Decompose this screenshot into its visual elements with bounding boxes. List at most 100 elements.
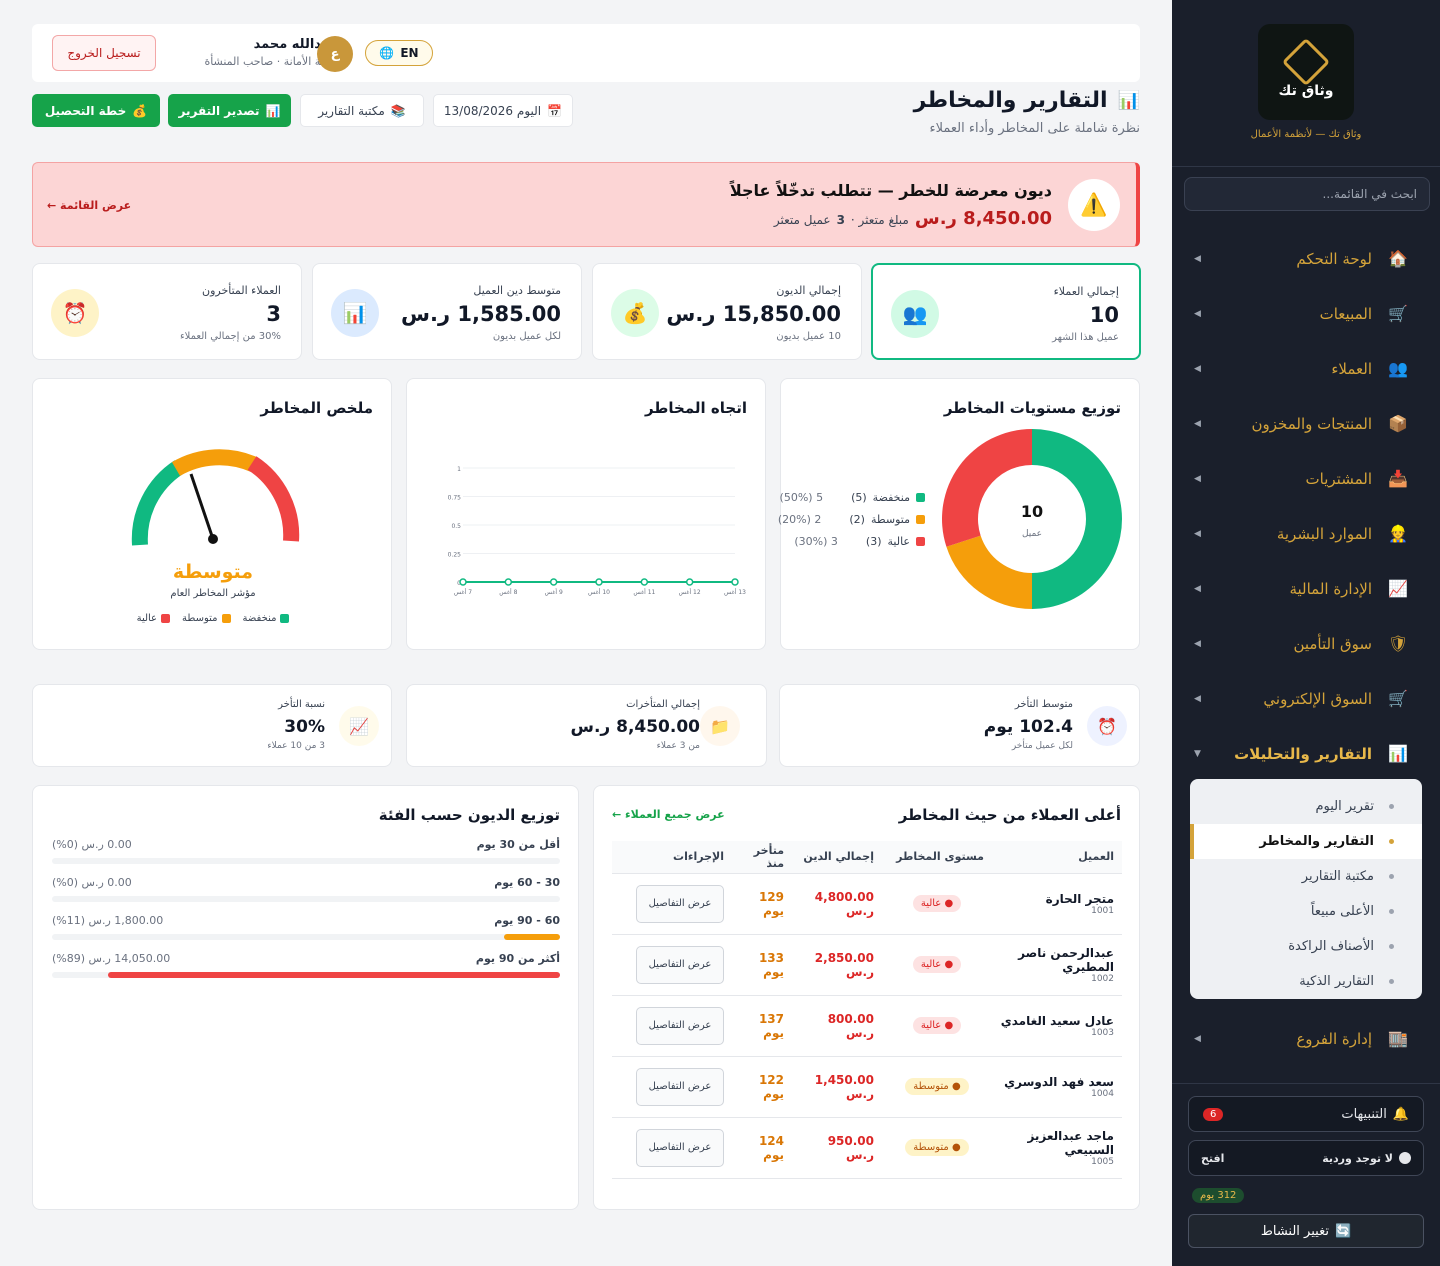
sidebar-divider	[1172, 1083, 1440, 1084]
legend-percent: 2 (20%)	[777, 513, 822, 526]
sidebar-subitem[interactable]: الأصناف الراكدة	[1190, 929, 1422, 964]
kpi-subtext: 10 عميل بديون	[776, 331, 841, 342]
risk-legend-item: عالية (3) 3 (30%)	[794, 535, 925, 548]
table-row[interactable]: عادل سعيد الغامدي 1003 ● عالية 800.00 ر.س 13…	[612, 995, 1122, 1057]
avatar[interactable]: ع	[317, 36, 353, 72]
bullet-icon	[1389, 979, 1394, 984]
trend-point[interactable]	[731, 578, 739, 586]
chevron-left-icon: ◀	[1194, 253, 1201, 264]
legend-label: عالية	[887, 535, 910, 548]
sidebar-item[interactable]: 🏠 لوحة التحكم ◀	[1172, 231, 1440, 286]
debt-bucket-labels: أكثر من 90 يوم 14,050.00 ر.س (89%)	[52, 952, 560, 965]
table-row[interactable]: سعد فهد الدوسري 1004 ● متوسطة 1,450.00 ر.س 1…	[612, 1056, 1122, 1118]
column-header: العميل	[992, 841, 1122, 874]
trend-point[interactable]	[549, 578, 558, 586]
cart-icon: 🛒	[1388, 689, 1408, 708]
change-activity-button[interactable]: 🔄 تغيير النشاط	[1188, 1214, 1424, 1248]
sidebar-subitem-label: مكتبة التقارير	[1301, 869, 1374, 884]
donut-slice[interactable]	[946, 535, 1032, 609]
debt-bucket-bar	[107, 972, 560, 978]
debt-cell: 1,450.00 ر.س	[792, 1056, 882, 1118]
y-tick-label: 1	[457, 466, 461, 473]
sidebar-item[interactable]: 🛡 سوق التأمين ◀	[1172, 616, 1440, 671]
bullet-icon	[1389, 909, 1394, 914]
legend-swatch	[161, 614, 171, 623]
sidebar-subitem[interactable]: تقرير اليوم	[1190, 789, 1422, 824]
sidebar-item[interactable]: 📥 المشتريات ◀	[1172, 451, 1440, 506]
donut-slice[interactable]	[942, 429, 1032, 547]
kpi-card[interactable]: إجمالي الديون 15,850.00 ر.س 10 عميل بديون 💰	[592, 263, 862, 360]
x-tick-label: 13 أغس	[724, 588, 746, 596]
sidebar-item-branches[interactable]: 🏬 إدارة الفروع ◀	[1172, 1011, 1440, 1066]
sidebar-subitem[interactable]: مكتبة التقارير	[1190, 859, 1422, 894]
alert-desc-post: عميل متعثر	[773, 213, 831, 227]
legend-count: (3)	[865, 535, 882, 548]
table-body: متجر الحارة 1001 ● عالية 4,800.00 ر.س 129 يو…	[612, 873, 1122, 1179]
customer-name[interactable]: عادل سعيد الغامدي	[1000, 1014, 1114, 1028]
table-row[interactable]: ماجد عبدالعزيز السبيعي 1005 ● متوسطة 950.00…	[612, 1117, 1122, 1179]
trend-point[interactable]	[459, 578, 467, 586]
sidebar-subitem[interactable]: التقارير والمخاطر	[1190, 824, 1422, 859]
language-toggle[interactable]: EN 🌐	[365, 40, 433, 66]
debt-bucket: أكثر من 90 يوم 14,050.00 ر.س (89%)	[52, 952, 560, 978]
globe-icon: 🌐	[379, 46, 395, 60]
debt-bucket: أقل من 30 يوم 0.00 ر.س (0%)	[52, 838, 560, 864]
sidebar-subitem[interactable]: التقارير الذكية	[1190, 964, 1422, 999]
table-row[interactable]: عبدالرحمن ناصر المطيري 1002 ● عالية 2,850.0…	[612, 934, 1122, 996]
stat-card: متوسط التأخر 102.4 يوم لكل عميل متأخر ⏰	[779, 684, 1140, 767]
view-details-button[interactable]: عرض التفاصيل	[636, 945, 724, 984]
sidebar-item-label: التقارير والتحليلات	[1234, 744, 1372, 763]
trend-point[interactable]	[685, 578, 694, 586]
sidebar-item[interactable]: 📈 الإدارة المالية ◀	[1172, 561, 1440, 616]
logout-button[interactable]: تسجيل الخروج	[52, 35, 156, 71]
sidebar-item[interactable]: 🛒 السوق الإلكتروني ◀	[1172, 671, 1440, 726]
export-report-button[interactable]: 📊 تصدير التقرير	[168, 94, 291, 127]
customer-name[interactable]: عبدالرحمن ناصر المطيري	[1000, 946, 1114, 974]
view-all-customers-link[interactable]: عرض جميع العملاء ←	[612, 808, 725, 821]
chevron-left-icon: ◀	[1194, 638, 1201, 649]
sidebar-subitem[interactable]: الأعلى مبيعاً	[1190, 894, 1422, 929]
view-list-link[interactable]: عرض القائمة ←	[47, 199, 131, 212]
sidebar-item[interactable]: 📦 المنتجات والمخزون ◀	[1172, 396, 1440, 451]
trend-point[interactable]	[640, 578, 649, 586]
customer-name[interactable]: ماجد عبدالعزيز السبيعي	[1000, 1129, 1114, 1157]
warning-icon: ⚠️	[1068, 179, 1120, 231]
debt-bucket-bar	[504, 934, 560, 940]
view-details-button[interactable]: عرض التفاصيل	[636, 884, 724, 923]
chevron-left-icon: ◀	[1194, 363, 1201, 374]
kpi-value: 1,585.00 ر.س	[401, 302, 561, 326]
customer-name[interactable]: متجر الحارة	[1000, 892, 1114, 906]
collection-plan-button[interactable]: 💰 خطة التحصيل	[32, 94, 160, 127]
brand-logo[interactable]: وثاق تك	[1258, 24, 1354, 120]
customer-name[interactable]: سعد فهد الدوسري	[1000, 1075, 1114, 1089]
customer-id: 1005	[1091, 1156, 1114, 1167]
risk-alert-banner: ⚠️ ديون معرضة للخطر — تتطلب تدخّلاً عاجل…	[32, 162, 1140, 247]
sidebar-search-input[interactable]: ابحث في القائمة...	[1184, 177, 1430, 211]
trend-point[interactable]	[504, 578, 513, 586]
top-customers-title: أعلى العملاء من حيث المخاطر	[898, 806, 1121, 824]
kpi-card[interactable]: إجمالي العملاء 10 عميل هذا الشهر 👥	[871, 263, 1141, 360]
debt-bucket-amount: 1,800.00 ر.س (11%)	[52, 914, 164, 927]
sidebar-item[interactable]: 👷 الموارد البشرية ◀	[1172, 506, 1440, 561]
alerts-button[interactable]: 🔔 التنبيهات 6	[1188, 1096, 1424, 1132]
debt-amount: 950.00 ر.س	[827, 1133, 874, 1162]
sidebar-item[interactable]: 👥 العملاء ◀	[1172, 341, 1440, 396]
date-picker[interactable]: 📅 اليوم 13/08/2026	[433, 94, 573, 127]
table-row[interactable]: متجر الحارة 1001 ● عالية 4,800.00 ر.س 129 يو…	[612, 873, 1122, 935]
sidebar-item[interactable]: 📊 التقارير والتحليلات ▼	[1172, 726, 1440, 781]
box-icon: 📦	[1388, 414, 1408, 433]
open-shift-button[interactable]: افتح	[1201, 1152, 1224, 1165]
view-details-button[interactable]: عرض التفاصيل	[636, 1067, 724, 1106]
view-details-button[interactable]: عرض التفاصيل	[636, 1006, 724, 1045]
kpi-label: العملاء المتأخرون	[201, 284, 281, 297]
report-library-button[interactable]: 📚 مكتبة التقارير	[300, 94, 424, 127]
donut-slice[interactable]	[1032, 429, 1122, 609]
bar-chart-icon: 📊	[1117, 90, 1140, 111]
debt-bucket-labels: 30 - 60 يوم 0.00 ر.س (0%)	[52, 876, 560, 889]
kpi-card[interactable]: العملاء المتأخرون 3 30% من إجمالي العملاء ⏰	[32, 263, 302, 360]
sidebar-item[interactable]: 🛒 المبيعات ◀	[1172, 286, 1440, 341]
view-details-button[interactable]: عرض التفاصيل	[636, 1128, 724, 1167]
kpi-card[interactable]: متوسط دين العميل 1,585.00 ر.س لكل عميل بدي…	[312, 263, 582, 360]
debt-bucket-label: 60 - 90 يوم	[494, 914, 560, 927]
trend-point[interactable]	[595, 578, 603, 586]
